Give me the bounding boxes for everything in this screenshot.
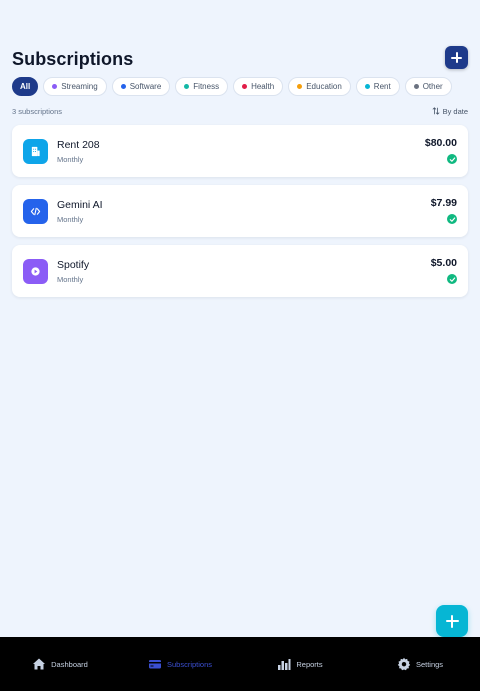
nav-label: Subscriptions [166,659,213,669]
nav-settings[interactable]: Settings [360,637,480,691]
filter-chip-label: Streaming [61,82,98,91]
filter-chip-health[interactable]: Health [233,77,284,96]
nav-label: Reports [296,659,323,669]
subscription-name: Spotify [57,258,90,271]
plus-icon [445,614,459,628]
filter-chip-fitness[interactable]: Fitness [175,77,229,96]
category-dot [242,84,248,89]
category-dot [184,84,190,89]
nav-dashboard[interactable]: Dashboard [0,637,120,691]
nav-label: Dashboard [51,659,88,669]
plus-icon [451,52,462,63]
category-filter-bar: All Streaming Software Fitness Health Ed… [12,77,452,96]
check-icon [447,214,457,224]
list-summary: 3 subscriptions By date [12,106,468,116]
subscription-price: $80.00 [424,137,457,149]
header: Subscriptions [12,46,468,72]
bar-chart-icon [278,659,291,670]
check-icon [447,274,457,284]
category-dot [120,84,126,89]
filter-chip-all[interactable]: All [12,77,39,96]
gear-icon [397,657,411,671]
check-icon [447,154,457,164]
filter-chip-label: Other [422,82,443,91]
billing-cycle: Monthly [57,154,84,164]
nav-subscriptions[interactable]: Subscriptions [120,637,240,691]
filter-chip-software[interactable]: Software [111,77,171,96]
subscription-list: Rent 208 Monthly $80.00 Gemini AI Monthl… [12,125,468,305]
category-dot [413,84,419,89]
subscription-price: $7.99 [430,197,457,209]
add-subscription-button[interactable] [445,46,468,69]
code-icon [23,198,48,224]
filter-chip-label: Health [251,82,275,91]
building-icon [23,138,48,164]
subscription-card[interactable]: Gemini AI Monthly $7.99 [12,185,468,237]
home-icon [33,658,46,670]
page-title: Subscriptions [12,48,134,69]
card-icon [148,660,161,669]
subscription-name: Gemini AI [57,198,103,211]
sort-label: By date [442,106,468,116]
subscription-price: $5.00 [430,257,457,269]
subscription-count: 3 subscriptions [12,106,63,116]
filter-chip-label: Software [129,82,162,91]
play-icon [23,258,48,284]
filter-chip-other[interactable]: Other [404,77,452,96]
filter-chip-label: Rent [373,82,391,91]
subscription-card[interactable]: Spotify Monthly $5.00 [12,245,468,297]
billing-cycle: Monthly [57,274,84,284]
bottom-nav: Dashboard Subscriptions Reports Settings [0,637,480,691]
filter-chip-rent[interactable]: Rent [355,77,400,96]
billing-cycle: Monthly [57,214,84,224]
filter-chip-label: Education [306,82,342,91]
nav-label: Settings [415,659,444,669]
filter-chip-education[interactable]: Education [288,77,351,96]
filter-chip-streaming[interactable]: Streaming [43,77,107,96]
filter-chip-label: Fitness [193,82,220,91]
category-dot [297,84,303,89]
filter-chip-label: All [20,82,31,91]
sort-button[interactable]: By date [432,107,468,116]
add-subscription-fab[interactable] [436,605,468,637]
sort-icon [432,107,440,115]
nav-reports[interactable]: Reports [240,637,360,691]
subscription-card[interactable]: Rent 208 Monthly $80.00 [12,125,468,177]
category-dot [364,84,370,89]
category-dot [52,84,58,89]
subscription-name: Rent 208 [57,138,100,151]
